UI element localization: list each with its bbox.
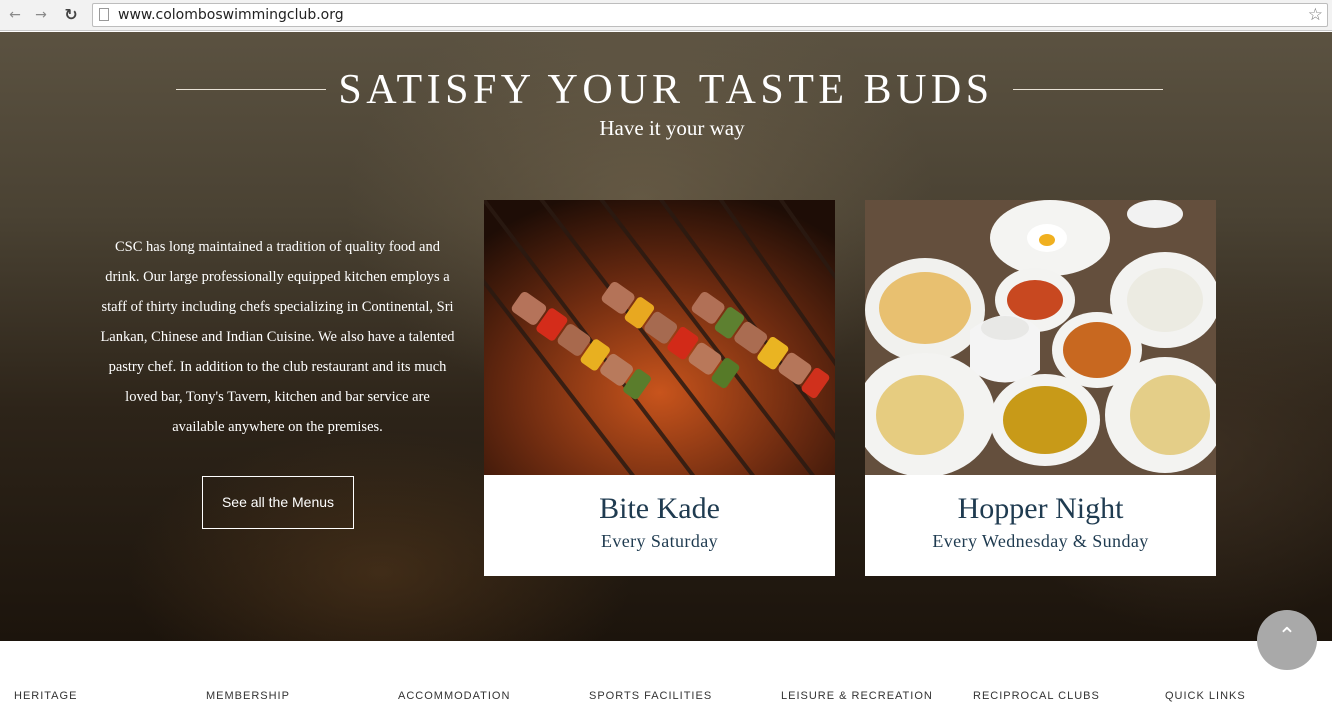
footer-link-heritage[interactable]: HERITAGE	[14, 690, 77, 702]
reload-icon[interactable]: ↻	[62, 6, 80, 24]
hoppers-table-image[interactable]	[865, 200, 1216, 475]
section-subtitle: Have it your way	[599, 116, 745, 140]
footer-link-quick-links[interactable]: QUICK LINKS	[1165, 690, 1246, 702]
footer-link-leisure-recreation[interactable]: LEISURE & RECREATION	[781, 690, 933, 702]
scroll-to-top-button[interactable]: ⌃	[1257, 610, 1317, 670]
url-text[interactable]: www.colomboswimmingclub.org	[118, 7, 344, 23]
footer-link-reciprocal-clubs[interactable]: RECIPROCAL CLUBS	[973, 690, 1100, 702]
forward-arrow-icon[interactable]: →	[32, 6, 50, 24]
back-arrow-icon[interactable]: ←	[6, 6, 24, 24]
bite-kade-card[interactable]: Bite Kade Every Saturday	[484, 200, 835, 576]
card-schedule: Every Wednesday & Sunday	[932, 531, 1149, 551]
chevron-up-icon: ⌃	[1277, 624, 1297, 649]
address-bar[interactable]: www.colomboswimmingclub.org ☆	[92, 3, 1328, 27]
card-title[interactable]: Bite Kade	[484, 492, 835, 526]
hopper-night-card[interactable]: Hopper Night Every Wednesday & Sunday	[865, 200, 1216, 576]
footer-link-sports-facilities[interactable]: SPORTS FACILITIES	[589, 690, 712, 702]
section-title: SATISFY YOUR TASTE BUDS	[338, 67, 994, 113]
dining-description: CSC has long maintained a tradition of q…	[100, 239, 455, 435]
page-icon	[99, 8, 109, 21]
footer-link-accommodation[interactable]: ACCOMMODATION	[398, 690, 510, 702]
browser-toolbar: ← → ↻ www.colomboswimmingclub.org ☆	[0, 0, 1332, 31]
card-schedule: Every Saturday	[600, 531, 719, 551]
see-all-menus-button[interactable]: See all the Menus	[202, 476, 354, 529]
footer: HERITAGE MEMBERSHIP ACCOMMODATION SPORTS…	[0, 641, 1332, 702]
bookmark-star-icon[interactable]: ☆	[1308, 4, 1323, 26]
card-title[interactable]: Hopper Night	[865, 492, 1216, 526]
dining-hero-section: SATISFY YOUR TASTE BUDS Have it your way…	[0, 32, 1332, 641]
footer-link-membership[interactable]: MEMBERSHIP	[206, 690, 290, 702]
grilled-skewers-image[interactable]	[484, 200, 835, 475]
